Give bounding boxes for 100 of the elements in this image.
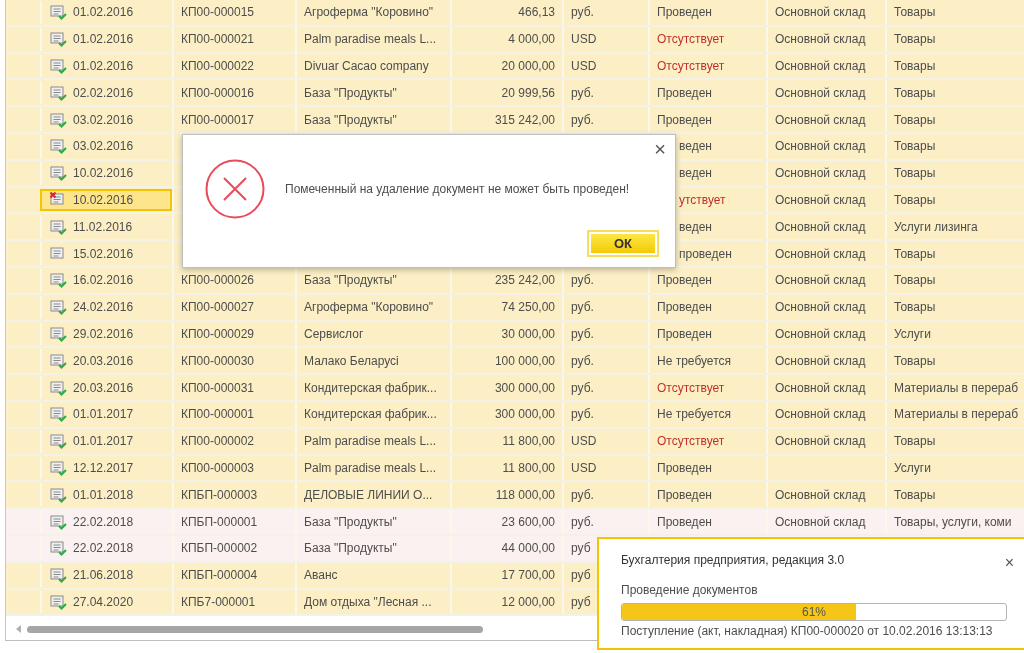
currency-cell: руб. (571, 407, 594, 422)
counterparty-cell: Сервислог (304, 326, 364, 341)
progress-detail: Поступление (акт, накладная) КП00-000020 от 10.02.2016 13:13:13 (621, 624, 994, 638)
warehouse-cell: Основной склад (775, 300, 866, 315)
number-cell: КП00-000029 (181, 326, 254, 341)
status-cell: Проведен (657, 300, 712, 315)
amount-cell: 17 700,00 (501, 568, 555, 583)
number-cell: КП00-000002 (181, 434, 254, 449)
amount-cell: 300 000,00 (494, 380, 555, 395)
status-cell: Отсутствует (657, 434, 725, 449)
status-cell: проведен (679, 246, 732, 261)
amount-cell: 30 000,00 (501, 326, 555, 341)
warehouse-cell: Основной склад (775, 85, 866, 100)
status-cell: Проведен (657, 487, 712, 502)
amount-cell: 11 800,00 (502, 460, 555, 475)
number-cell: КП00-000001 (181, 407, 254, 422)
warehouse-cell: Основной склад (775, 273, 866, 288)
type-cell: Услуги лизинга (894, 219, 978, 234)
currency-cell: руб. (571, 487, 594, 502)
status-cell: веден (679, 166, 712, 181)
currency-cell: USD (571, 434, 597, 449)
amount-cell: 12 000,00 (501, 594, 555, 609)
amount-cell: 74 250,00 (501, 300, 555, 315)
warehouse-cell: Основной склад (775, 112, 866, 127)
number-cell: КПБ7-000001 (181, 594, 256, 609)
warehouse-cell: Основной склад (775, 192, 866, 207)
status-cell: утствует (679, 192, 726, 207)
warehouse-cell: Основной склад (775, 5, 866, 20)
status-cell: Проведен (657, 85, 712, 100)
currency-cell: руб. (571, 326, 594, 341)
currency-cell: руб. (571, 273, 594, 288)
amount-cell: 466,13 (518, 5, 555, 20)
number-cell: КП00-000015 (181, 5, 254, 20)
amount-cell: 315 242,00 (494, 112, 555, 127)
currency-cell: USD (571, 59, 597, 73)
type-cell: Товары (894, 434, 936, 449)
counterparty-cell: Divuar Cacao company (304, 59, 429, 73)
number-cell: КПБП-000003 (181, 487, 258, 502)
type-cell: Товары (894, 32, 936, 47)
type-cell: Товары (894, 5, 936, 20)
number-cell: КП00-000027 (181, 300, 254, 315)
currency-cell: руб. (571, 300, 594, 315)
warehouse-cell: Основной склад (775, 32, 866, 47)
type-cell: Товары (894, 166, 936, 181)
warehouse-cell: Основной склад (775, 487, 866, 502)
type-cell: Товары (894, 139, 936, 154)
status-cell: Отсутствует (657, 59, 725, 73)
counterparty-cell: Palm paradise meals L... (304, 32, 437, 47)
number-cell: КПБП-000002 (181, 541, 258, 556)
amount-cell: 11 800,00 (502, 434, 555, 449)
counterparty-cell: Кондитерская фабрик... (304, 380, 437, 395)
status-cell: Проведен (657, 460, 712, 475)
currency-cell: USD (571, 460, 597, 475)
counterparty-cell: База "Продукты" (304, 514, 397, 529)
warehouse-cell: Основной склад (775, 219, 866, 234)
currency-cell: руб (571, 594, 591, 609)
warehouse-cell: Основной склад (775, 353, 866, 368)
type-cell: Товары (894, 273, 936, 288)
type-cell: Товары (894, 85, 936, 100)
counterparty-cell: Palm paradise meals L... (304, 434, 437, 449)
warehouse-cell: Основной склад (775, 246, 866, 261)
warehouse-cell: Основной склад (775, 139, 866, 154)
type-cell: Материалы в перераб (894, 407, 1019, 422)
currency-cell: руб (571, 541, 591, 556)
counterparty-cell: Агроферма "Коровино" (304, 5, 434, 20)
counterparty-cell: Агроферма "Коровино" (304, 300, 434, 315)
currency-cell: руб. (571, 112, 594, 127)
type-cell: Товары (894, 353, 936, 368)
counterparty-cell: Дом отдыха "Лесная ... (304, 594, 432, 609)
type-cell: Товары (894, 246, 936, 261)
amount-cell: 300 000,00 (494, 407, 555, 422)
warehouse-cell: Основной склад (775, 380, 866, 395)
type-cell: Услуги (894, 460, 931, 475)
counterparty-cell: Малако Беларусі (304, 353, 399, 368)
status-cell: Не требуется (657, 353, 731, 368)
amount-cell: 235 242,00 (494, 273, 555, 288)
type-cell: Услуги (894, 326, 931, 341)
counterparty-cell: База "Продукты" (304, 273, 397, 288)
counterparty-cell: База "Продукты" (304, 85, 397, 100)
type-cell: Товары (894, 300, 936, 315)
status-cell: Проведен (657, 112, 712, 127)
counterparty-cell: База "Продукты" (304, 541, 397, 556)
amount-cell: 20 999,56 (501, 85, 555, 100)
status-cell: веден (679, 219, 712, 234)
type-cell: Товары (894, 192, 936, 207)
currency-cell: руб. (571, 380, 594, 395)
type-cell: Материалы в перераб (894, 380, 1019, 395)
status-cell: веден (679, 139, 712, 154)
type-cell: Товары (894, 112, 936, 127)
number-cell: КП00-000031 (181, 380, 254, 395)
status-cell: Отсутствует (657, 32, 725, 47)
status-cell: Проведен (657, 273, 712, 288)
counterparty-cell: База "Продукты" (304, 112, 397, 127)
counterparty-cell: Palm paradise meals L... (304, 460, 437, 475)
number-cell: КПБП-000004 (181, 568, 258, 583)
currency-cell: USD (571, 32, 597, 47)
status-cell: Проведен (657, 514, 712, 529)
amount-cell: 23 600,00 (501, 514, 555, 529)
currency-cell: руб. (571, 353, 594, 368)
amount-cell: 118 000,00 (495, 487, 555, 502)
